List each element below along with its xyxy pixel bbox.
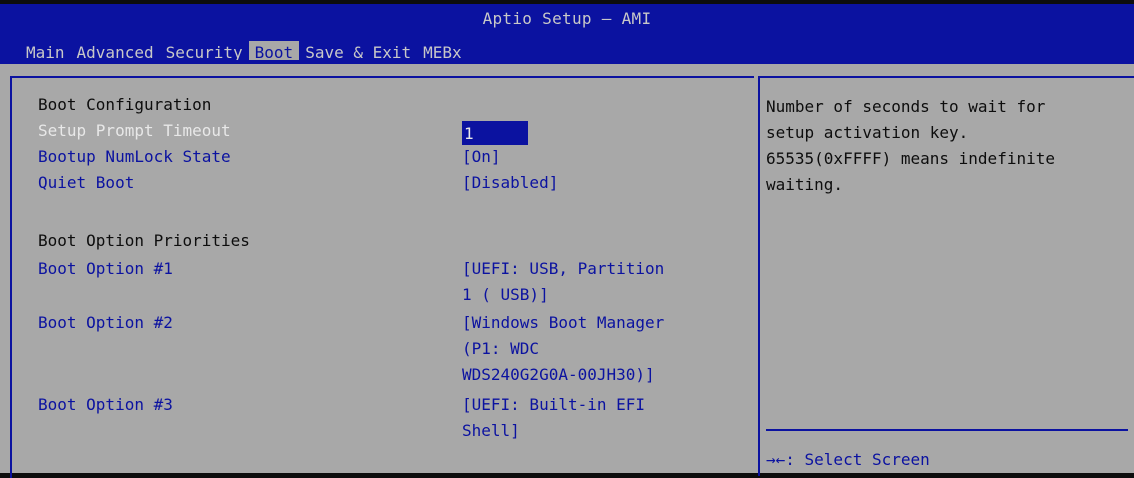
help-description: Number of seconds to wait for setup acti… (766, 97, 1055, 194)
bootup-numlock-state-label[interactable]: Bootup NumLock State (38, 144, 231, 170)
boot-option-priorities-heading: Boot Option Priorities (38, 231, 250, 250)
bootup-numlock-state-value[interactable]: [On] (462, 144, 501, 170)
setup-prompt-timeout-input[interactable]: 1 (462, 121, 528, 145)
boot-option-3-value[interactable]: [UEFI: Built-in EFI Shell] (462, 392, 645, 444)
quiet-boot-value[interactable]: [Disabled] (462, 170, 558, 196)
help-separator (766, 429, 1128, 431)
header-divider (0, 60, 1134, 64)
boot-option-2-value[interactable]: [Windows Boot Manager (P1: WDC WDS240G2G… (462, 310, 664, 388)
boot-option-2-label[interactable]: Boot Option #2 (38, 310, 173, 336)
app-title: Aptio Setup – AMI (482, 9, 652, 28)
key-hint-select-screen: →←: Select Screen (766, 447, 930, 473)
header-bar: Aptio Setup – AMI Main Advanced Security… (0, 4, 1134, 64)
setup-prompt-timeout-label[interactable]: Setup Prompt Timeout (38, 118, 231, 144)
bios-screen: Aptio Setup – AMI Main Advanced Security… (0, 0, 1134, 478)
boot-configuration-heading: Boot Configuration (38, 95, 212, 114)
key-hint-text: : Select Screen (785, 450, 930, 469)
left-right-arrow-icon: →← (766, 450, 786, 469)
quiet-boot-label[interactable]: Quiet Boot (38, 170, 134, 196)
boot-option-3-label[interactable]: Boot Option #3 (38, 392, 173, 418)
help-panel: Number of seconds to wait for setup acti… (760, 76, 1134, 478)
boot-option-1-label[interactable]: Boot Option #1 (38, 256, 173, 282)
boot-option-1-value[interactable]: [UEFI: USB, Partition 1 ( USB)] (462, 256, 664, 308)
